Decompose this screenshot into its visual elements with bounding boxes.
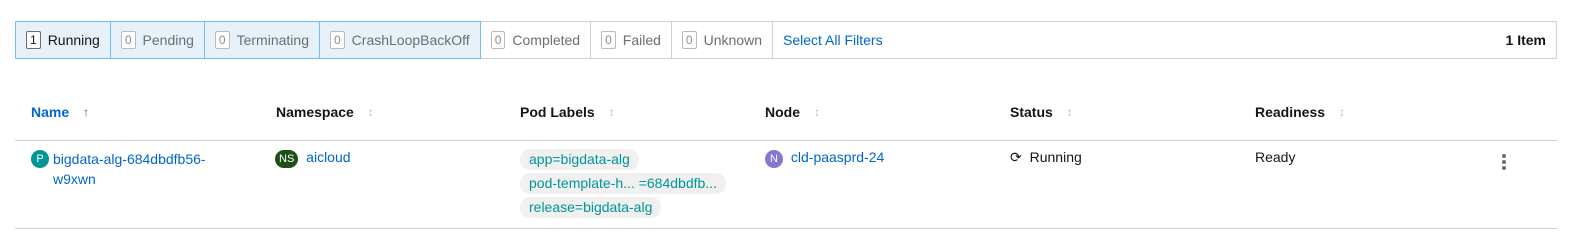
node-cell: N cld-paasprd-24 — [765, 149, 884, 168]
kebab-dot — [1502, 154, 1506, 158]
filter-running[interactable]: 1 Running — [15, 20, 111, 59]
column-header-pod-labels[interactable]: Pod Labels ↕ — [520, 104, 615, 120]
pod-labels-cell: app=bigdata-alg pod-template-h... =684db… — [520, 149, 726, 221]
filter-label: Completed — [512, 32, 581, 48]
select-all-filters-link[interactable]: Select All Filters — [773, 32, 893, 48]
filter-label: Pending — [142, 31, 194, 48]
item-count: 1 Item — [1505, 32, 1546, 48]
filter-count: 0 — [214, 30, 230, 49]
filter-count: 0 — [681, 31, 697, 49]
pod-label-chip[interactable]: release=bigdata-alg — [520, 197, 662, 218]
pod-resource-badge: P — [31, 150, 49, 168]
sort-ascending-icon: ↑ — [83, 105, 90, 119]
pod-label-chip[interactable]: pod-template-h... =684dbdfb... — [520, 173, 726, 194]
column-header-label: Pod Labels — [520, 104, 595, 120]
status-cell: ⟳ Running — [1010, 149, 1082, 166]
column-header-label: Node — [765, 104, 800, 120]
sync-icon: ⟳ — [1010, 149, 1022, 165]
status-text: Running — [1029, 149, 1082, 165]
sort-icon: ↕ — [367, 105, 374, 119]
kebab-dot — [1502, 160, 1506, 164]
pod-label-chip[interactable]: app=bigdata-alg — [520, 149, 639, 170]
filter-unknown[interactable]: 0 Unknown — [672, 22, 773, 58]
column-header-readiness[interactable]: Readiness ↕ — [1255, 104, 1345, 120]
namespace-resource-badge: NS — [275, 150, 299, 168]
filter-completed[interactable]: 0 Completed — [481, 22, 592, 58]
sort-icon: ↕ — [814, 105, 820, 119]
filter-count: 0 — [120, 30, 136, 49]
column-header-label: Status — [1010, 104, 1053, 120]
filter-count: 0 — [490, 31, 506, 49]
pod-name-link[interactable]: bigdata-alg-684dbdfb56-w9xwn — [53, 149, 218, 189]
pod-name-cell: P bigdata-alg-684dbdfb56-w9xwn — [31, 149, 218, 189]
column-header-name[interactable]: Name ↑ — [31, 104, 89, 120]
node-link[interactable]: cld-paasprd-24 — [791, 149, 884, 165]
table-row: P bigdata-alg-684dbdfb56-w9xwn NS aiclou… — [15, 141, 1557, 229]
filter-crashloopbackoff[interactable]: 0 CrashLoopBackOff — [318, 20, 481, 59]
filter-pending[interactable]: 0 Pending — [109, 20, 205, 59]
filter-label: Unknown — [703, 32, 762, 48]
readiness-cell: Ready — [1255, 149, 1295, 165]
namespace-link[interactable]: aicloud — [306, 149, 350, 165]
kebab-dot — [1502, 166, 1506, 170]
filter-failed[interactable]: 0 Failed — [591, 22, 672, 58]
namespace-cell: NS aicloud — [275, 149, 351, 168]
filter-label: Terminating — [236, 31, 309, 48]
filter-count: 0 — [601, 31, 616, 49]
status-filter-bar: 1 Running 0 Pending 0 Terminating 0 Cras… — [15, 20, 1557, 59]
kebab-menu-icon[interactable] — [1499, 152, 1509, 172]
filter-count: 0 — [329, 30, 345, 49]
column-header-label: Name — [31, 104, 70, 120]
filter-label: Running — [47, 31, 100, 48]
readiness-text: Ready — [1255, 149, 1296, 165]
sort-icon: ↕ — [1066, 105, 1073, 119]
filter-terminating[interactable]: 0 Terminating — [203, 20, 320, 59]
filter-label: Failed — [622, 32, 661, 48]
column-header-namespace[interactable]: Namespace ↕ — [276, 104, 374, 120]
column-header-node[interactable]: Node ↕ — [765, 104, 820, 120]
filter-count: 1 — [26, 30, 41, 49]
sort-icon: ↕ — [1339, 105, 1346, 119]
filter-label: CrashLoopBackOff — [351, 31, 470, 48]
table-header: Name ↑ Namespace ↕ Pod Labels ↕ Node ↕ S… — [15, 95, 1557, 141]
node-resource-badge: N — [765, 150, 783, 168]
sort-icon: ↕ — [608, 105, 615, 119]
column-header-label: Namespace — [276, 104, 354, 120]
column-header-label: Readiness — [1255, 104, 1326, 120]
column-header-status[interactable]: Status ↕ — [1010, 104, 1073, 120]
